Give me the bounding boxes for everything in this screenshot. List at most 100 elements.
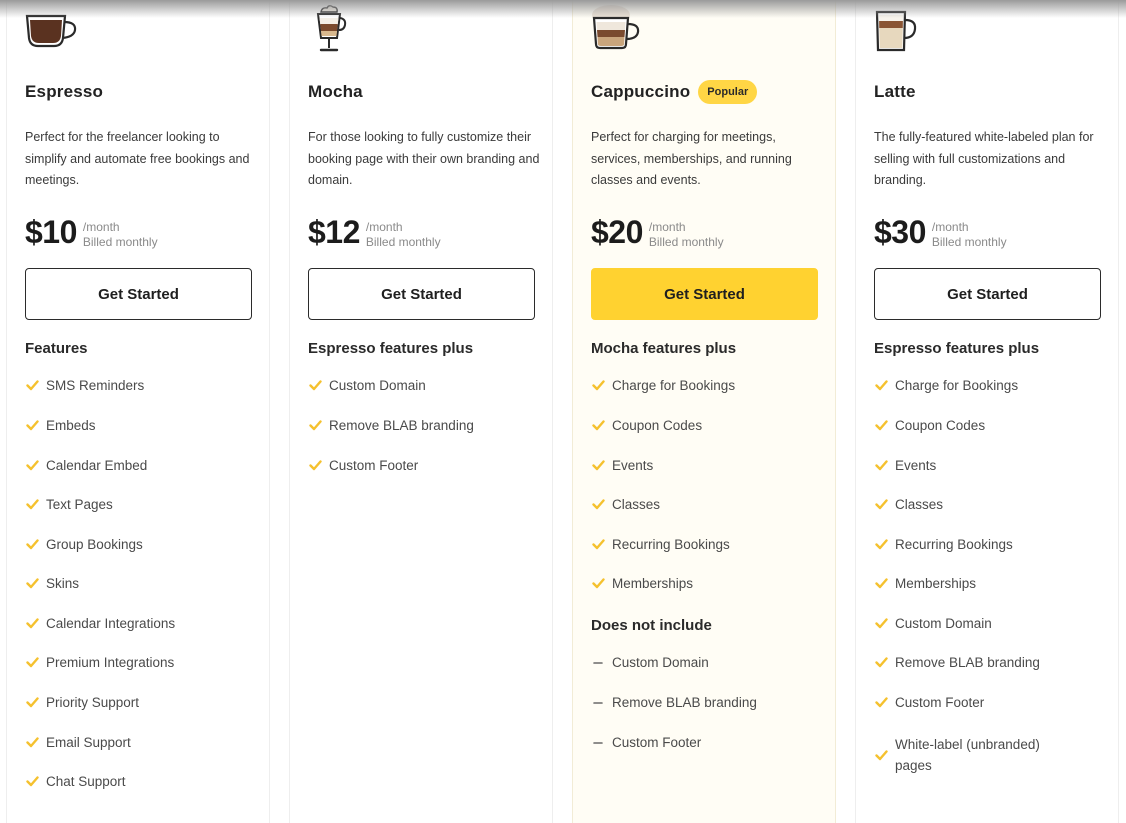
check-icon [874, 617, 888, 631]
dash-icon [591, 736, 605, 750]
plan-price: $20 [591, 214, 643, 250]
feature-item: Classes [874, 497, 1104, 512]
check-icon [874, 419, 888, 433]
plan-description: Perfect for the freelancer looking to si… [25, 130, 250, 187]
plan-name: Cappuccino [591, 82, 691, 101]
feature-item: Text Pages [25, 497, 255, 512]
check-icon [25, 379, 39, 393]
get-started-button[interactable]: Get Started [591, 268, 818, 320]
check-icon [25, 459, 39, 473]
check-icon [25, 696, 39, 710]
dash-icon [591, 696, 605, 710]
plan-card-espresso: Espresso Perfect for the freelancer look… [6, 0, 270, 823]
check-icon [591, 459, 605, 473]
feature-item: Remove BLAB branding [308, 418, 538, 433]
plan-price: $10 [25, 214, 77, 250]
plan-name: Mocha [308, 82, 363, 101]
check-icon [25, 656, 39, 670]
feature-item: Embeds [25, 418, 255, 433]
feature-item: Events [874, 458, 1104, 473]
features-heading: Mocha features plus [591, 340, 737, 357]
check-icon [591, 538, 605, 552]
excluded-item: Custom Footer [591, 735, 821, 750]
feature-item: Skins [25, 576, 255, 591]
price-period: /month [648, 220, 686, 234]
check-icon [25, 538, 39, 552]
plan-price: $12 [308, 214, 360, 250]
feature-item: White-label (unbranded) pages [874, 734, 1074, 776]
excluded-heading: Does not include [591, 617, 712, 634]
get-started-button[interactable]: Get Started [308, 268, 535, 320]
feature-item: Recurring Bookings [591, 537, 821, 552]
features-heading: Espresso features plus [874, 340, 1040, 357]
feature-item: Classes [591, 497, 821, 512]
check-icon [591, 577, 605, 591]
check-icon [874, 696, 888, 710]
check-icon [25, 498, 39, 512]
feature-item: Memberships [874, 576, 1104, 591]
price-period: /month [82, 220, 120, 234]
plan-description: For those looking to fully customize the… [308, 130, 540, 187]
check-icon [591, 379, 605, 393]
features-heading: Features [25, 340, 88, 357]
feature-item: Events [591, 458, 821, 473]
plan-card-mocha: Mocha For those looking to fully customi… [289, 0, 553, 823]
check-icon [874, 656, 888, 670]
plan-name: Espresso [25, 82, 104, 101]
check-icon [874, 379, 888, 393]
check-icon [308, 459, 322, 473]
feature-item: Custom Footer [874, 695, 1104, 710]
plan-description: Perfect for charging for meetings, servi… [591, 130, 792, 187]
feature-item: Remove BLAB branding [874, 655, 1104, 670]
check-icon [874, 538, 888, 552]
feature-item: Coupon Codes [874, 418, 1104, 433]
get-started-button[interactable]: Get Started [25, 268, 252, 320]
check-icon [874, 498, 888, 512]
feature-item: Priority Support [25, 695, 255, 710]
feature-item: Group Bookings [25, 537, 255, 552]
feature-item: Charge for Bookings [591, 378, 821, 393]
feature-item: Charge for Bookings [874, 378, 1104, 393]
price-period: /month [365, 220, 403, 234]
feature-item: Custom Domain [874, 616, 1104, 631]
dash-icon [591, 656, 605, 670]
feature-item: Chat Support [25, 774, 255, 789]
feature-item: Coupon Codes [591, 418, 821, 433]
feature-item: SMS Reminders [25, 378, 255, 393]
plan-card-latte: Latte The fully-featured white-labeled p… [855, 0, 1119, 823]
feature-item: Email Support [25, 735, 255, 750]
price-period: /month [931, 220, 969, 234]
check-icon [25, 617, 39, 631]
check-icon [25, 775, 39, 789]
check-icon [874, 748, 888, 762]
check-icon [308, 379, 322, 393]
plan-price: $30 [874, 214, 926, 250]
check-icon [874, 577, 888, 591]
feature-item: Calendar Embed [25, 458, 255, 473]
plan-card-cappuccino: Cappuccino Popular Perfect for charging … [572, 0, 836, 823]
top-scroll-shadow [0, 0, 1126, 18]
feature-item: Recurring Bookings [874, 537, 1104, 552]
billing-note: Billed monthly [648, 235, 724, 249]
billing-note: Billed monthly [82, 235, 158, 249]
check-icon [591, 498, 605, 512]
excluded-item: Remove BLAB branding [591, 695, 821, 710]
popular-badge: Popular [698, 80, 758, 104]
feature-item: Custom Footer [308, 458, 538, 473]
feature-item: Memberships [591, 576, 821, 591]
billing-note: Billed monthly [365, 235, 441, 249]
check-icon [25, 736, 39, 750]
check-icon [25, 577, 39, 591]
get-started-button[interactable]: Get Started [874, 268, 1101, 320]
plan-name: Latte [874, 82, 916, 101]
features-heading: Espresso features plus [308, 340, 474, 357]
billing-note: Billed monthly [931, 235, 1007, 249]
excluded-item: Custom Domain [591, 655, 821, 670]
feature-item: Calendar Integrations [25, 616, 255, 631]
check-icon [874, 459, 888, 473]
check-icon [591, 419, 605, 433]
check-icon [25, 419, 39, 433]
plan-description: The fully-featured white-labeled plan fo… [874, 130, 1094, 187]
feature-item: Premium Integrations [25, 655, 255, 670]
check-icon [308, 419, 322, 433]
